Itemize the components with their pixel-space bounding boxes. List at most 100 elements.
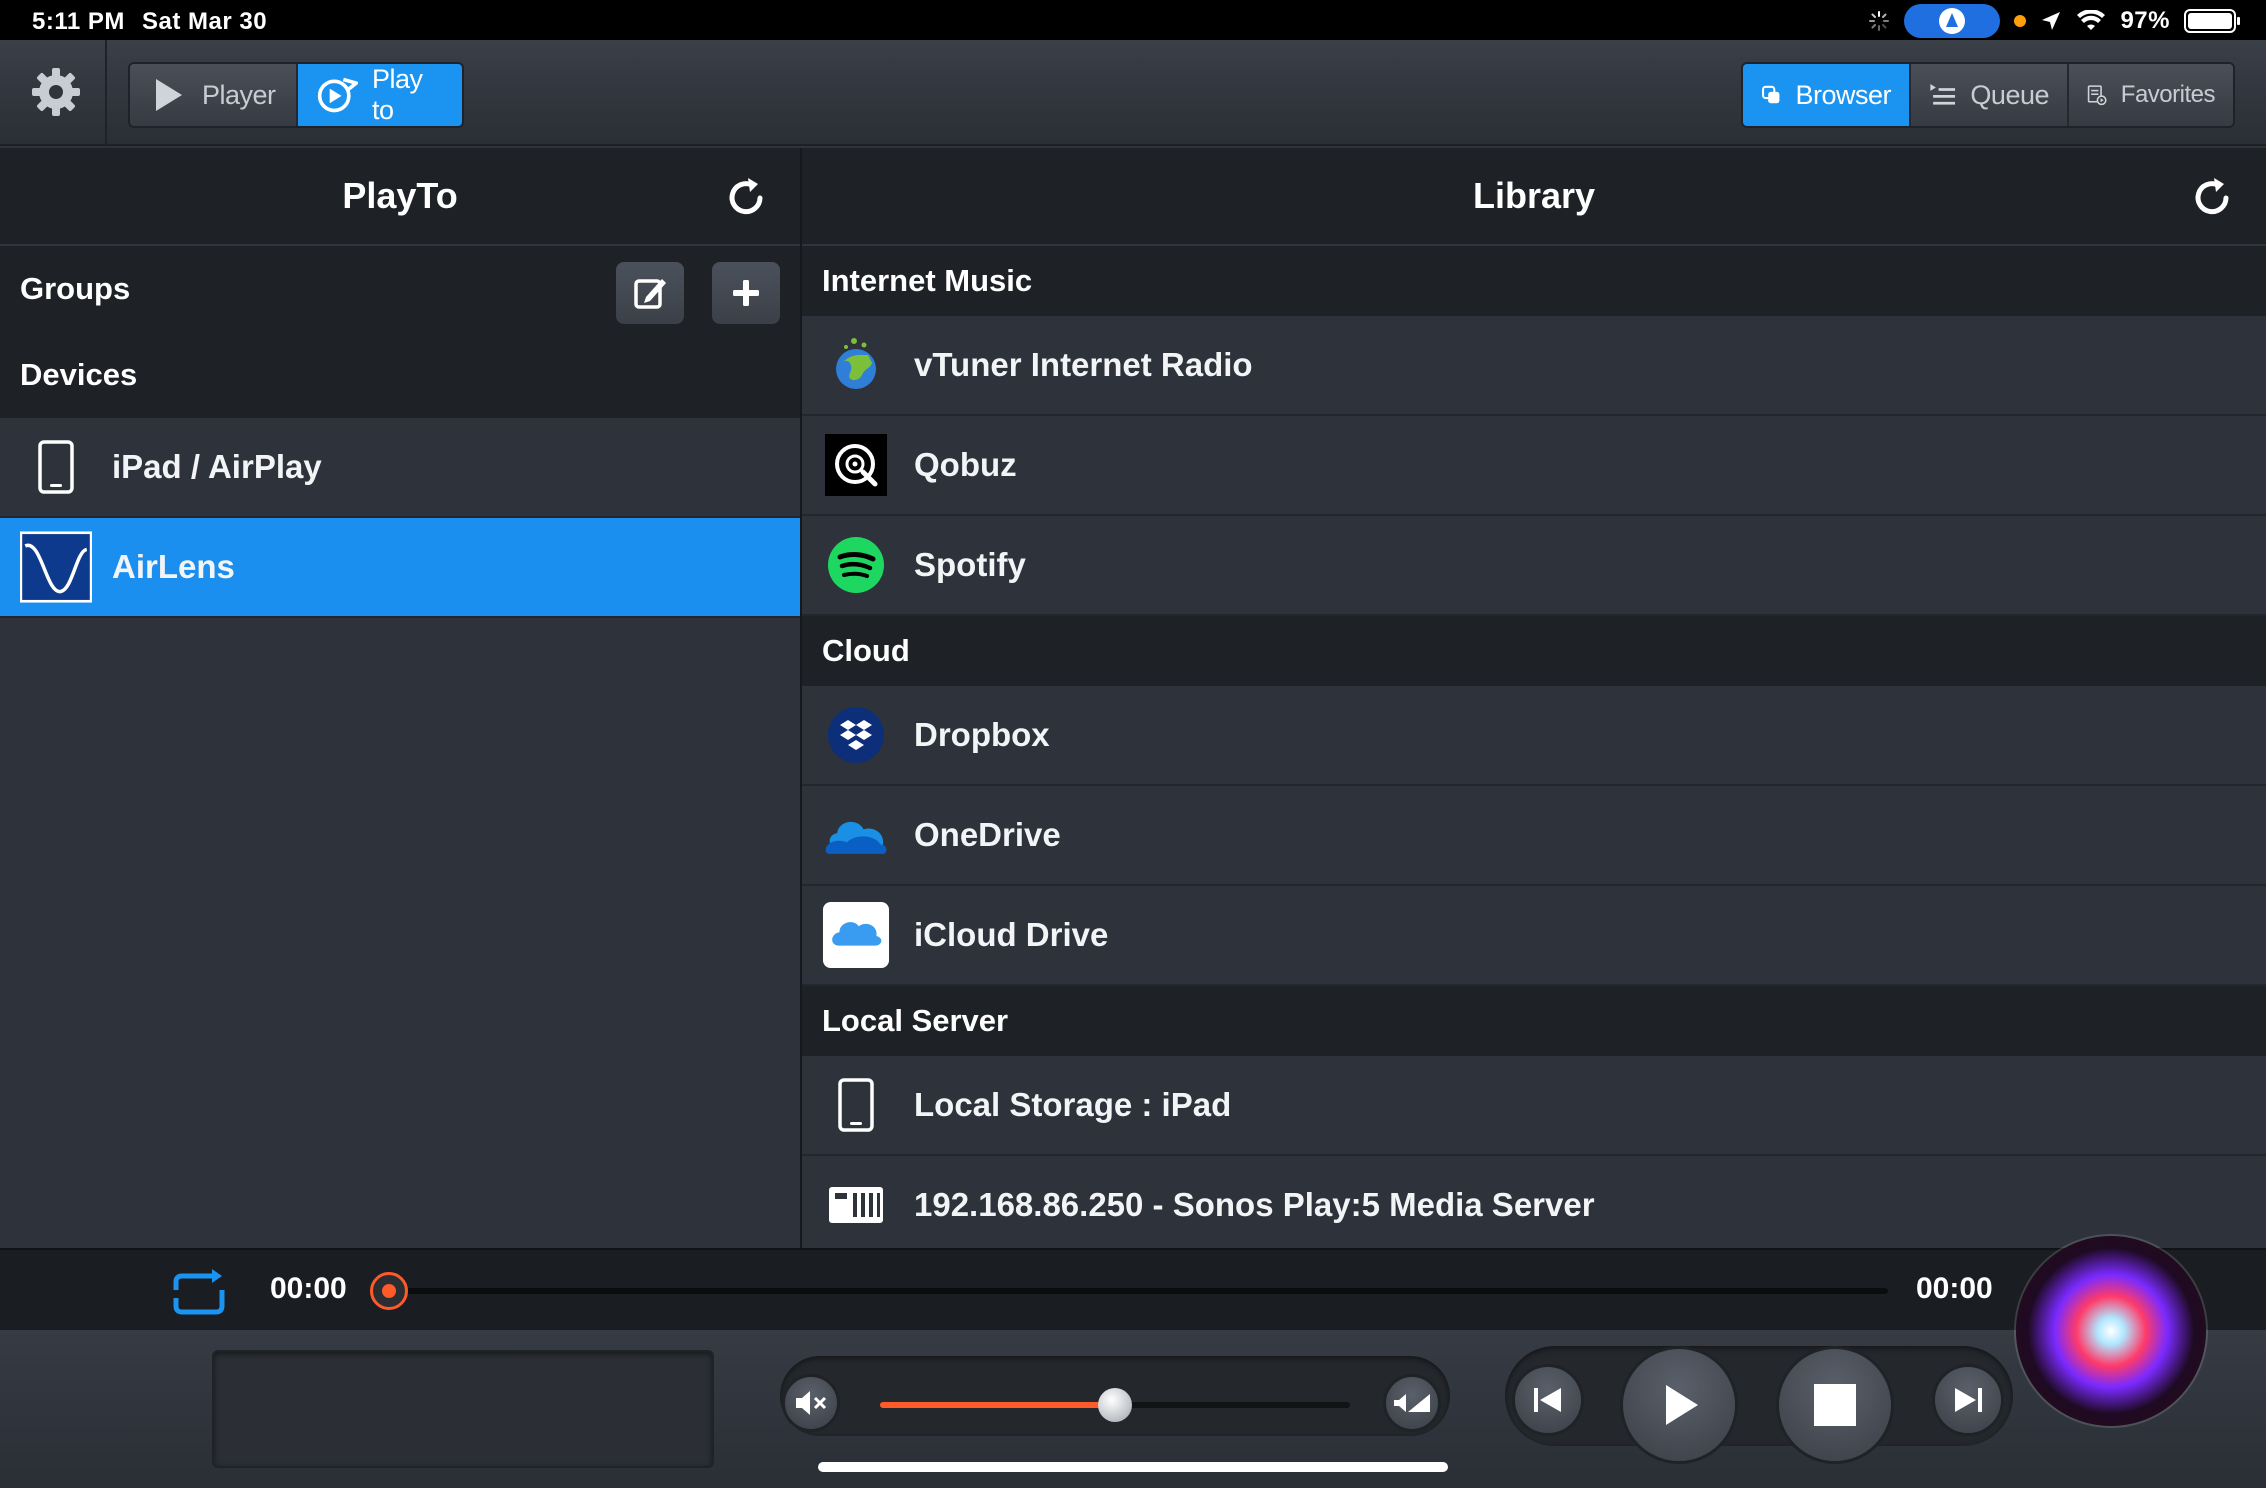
progress-bar: 00:00 00:00: [0, 1248, 2266, 1330]
section-title: Cloud: [822, 633, 910, 668]
album-artwork: [212, 1350, 714, 1468]
mute-button[interactable]: [782, 1374, 840, 1432]
status-bar: 5:11 PM Sat Mar 30 97%: [0, 0, 2266, 40]
refresh-icon[interactable]: [722, 174, 770, 222]
dropbox-icon: [822, 701, 890, 769]
browser-icon: [1762, 85, 1780, 104]
device-label: iPad / AirPlay: [112, 448, 322, 485]
vtuner-globe-icon: [822, 331, 890, 399]
library-item-label: OneDrive: [914, 816, 1061, 853]
library-panel: Library Internet Music vTuner Internet R…: [802, 148, 2266, 1256]
queue-tab[interactable]: Queue: [1909, 64, 2067, 126]
library-item-label: Spotify: [914, 546, 1026, 583]
library-item-label: vTuner Internet Radio: [914, 346, 1253, 383]
toolbar-divider: [105, 40, 107, 146]
groups-section: Groups: [0, 246, 800, 332]
view-segmented-control: Browser Queue Favorites: [1741, 62, 2235, 128]
play-to-icon: [317, 77, 358, 113]
battery-icon: [2184, 9, 2240, 33]
icloud-icon: [822, 901, 890, 969]
add-group-button[interactable]: [712, 262, 780, 324]
queue-list-icon: [1930, 84, 1956, 105]
library-item-onedrive[interactable]: OneDrive: [802, 786, 2266, 886]
favorites-tab[interactable]: Favorites: [2067, 64, 2233, 126]
playto-title: PlayTo: [342, 175, 458, 216]
top-toolbar: Player Play to Browser Queue Favorites: [0, 40, 2266, 146]
volume-knob[interactable]: [1098, 1388, 1132, 1422]
qobuz-icon: [822, 431, 890, 499]
navigation-pill-icon[interactable]: [1904, 4, 2001, 38]
library-item-label: Dropbox: [914, 716, 1050, 753]
section-internet-music: Internet Music: [802, 246, 2266, 316]
airlens-wave-icon: [20, 531, 92, 603]
play-to-tab-label: Play to: [371, 64, 423, 125]
next-track-icon: [1955, 1388, 1982, 1412]
library-title: Library: [1472, 175, 1596, 216]
play-to-tab[interactable]: Play to: [296, 64, 462, 126]
play-icon: [156, 79, 182, 111]
edit-icon: [634, 279, 666, 309]
seek-track[interactable]: [398, 1288, 1888, 1294]
queue-tab-label: Queue: [1970, 79, 2049, 110]
device-label: AirLens: [112, 548, 235, 585]
devices-section: Devices: [0, 332, 800, 418]
spotify-icon: [822, 531, 890, 599]
stop-button[interactable]: [1776, 1346, 1894, 1464]
play-button[interactable]: [1620, 1346, 1738, 1464]
status-time: 5:11 PM: [32, 8, 125, 35]
library-item-spotify[interactable]: Spotify: [802, 516, 2266, 616]
library-item-icloud[interactable]: iCloud Drive: [802, 886, 2266, 986]
library-item-qobuz[interactable]: Qobuz: [802, 416, 2266, 516]
favorites-tab-label: Favorites: [2120, 81, 2216, 108]
groups-label: Groups: [20, 271, 131, 306]
previous-button[interactable]: [1512, 1364, 1584, 1436]
play-icon: [1666, 1385, 1698, 1425]
library-item-local-storage[interactable]: Local Storage : iPad: [802, 1056, 2266, 1156]
edit-groups-button[interactable]: [616, 262, 684, 324]
player-tab[interactable]: Player: [130, 64, 296, 126]
browser-tab[interactable]: Browser: [1743, 64, 1909, 126]
player-tab-label: Player: [202, 79, 276, 110]
wifi-icon: [2077, 10, 2106, 30]
library-item-dropbox[interactable]: Dropbox: [802, 686, 2266, 786]
device-item-ipad-airplay[interactable]: iPad / AirPlay: [0, 418, 800, 518]
library-item-label: 192.168.86.250 - Sonos Play:5 Media Serv…: [914, 1186, 1595, 1223]
devices-label: Devices: [20, 357, 138, 392]
location-arrow-icon: [2042, 12, 2061, 30]
plus-icon: [733, 280, 759, 306]
playto-header: PlayTo: [0, 148, 800, 246]
mode-segmented-control: Player Play to: [128, 62, 464, 128]
volume-max-button[interactable]: [1383, 1374, 1441, 1432]
section-local-server: Local Server: [802, 986, 2266, 1056]
mic-indicator-icon: [2014, 15, 2027, 27]
library-item-label: Local Storage : iPad: [914, 1086, 1232, 1123]
ipad-icon: [20, 433, 92, 501]
library-item-label: Qobuz: [914, 446, 1017, 483]
favorites-icon: [2087, 85, 2107, 106]
status-right: 97%: [1868, 4, 2240, 38]
home-indicator[interactable]: [818, 1462, 1448, 1472]
media-server-icon: [822, 1171, 890, 1239]
library-item-media-server[interactable]: 192.168.86.250 - Sonos Play:5 Media Serv…: [802, 1156, 2266, 1256]
onedrive-icon: [822, 801, 890, 869]
status-date: Sat Mar 30: [142, 8, 268, 35]
previous-track-icon: [1534, 1388, 1561, 1412]
playto-panel: PlayTo Groups Devices iPad / AirPlay Air…: [0, 148, 800, 1248]
library-header: Library: [802, 148, 2266, 246]
library-item-label: iCloud Drive: [914, 916, 1109, 953]
gear-icon[interactable]: [28, 64, 84, 120]
battery-percent: 97%: [2120, 7, 2170, 34]
next-button[interactable]: [1932, 1364, 2004, 1436]
ipad-icon: [822, 1071, 890, 1139]
volume-max-icon: [1394, 1394, 1430, 1412]
repeat-icon[interactable]: [168, 1268, 230, 1316]
section-cloud: Cloud: [802, 616, 2266, 686]
library-item-vtuner[interactable]: vTuner Internet Radio: [802, 316, 2266, 416]
device-item-airlens[interactable]: AirLens: [0, 518, 800, 618]
seek-knob[interactable]: [370, 1272, 408, 1310]
volume-level-rest: [1115, 1402, 1350, 1408]
app-window: 5:11 PM Sat Mar 30 97% Player Play to Br…: [0, 0, 2266, 1488]
siri-orb-icon[interactable]: [2016, 1236, 2206, 1426]
refresh-icon[interactable]: [2188, 174, 2236, 222]
loading-spinner-icon: [1869, 11, 1890, 31]
